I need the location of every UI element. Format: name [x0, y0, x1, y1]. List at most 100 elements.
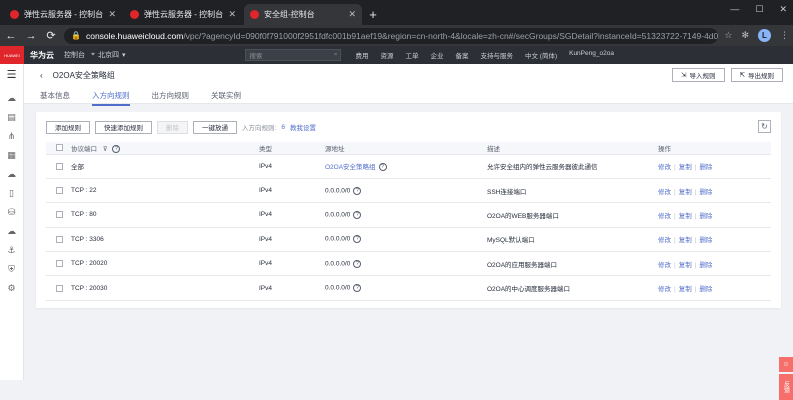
help-icon[interactable]: ? [353, 210, 362, 219]
search-input[interactable]: 搜索 ⌕ [245, 49, 342, 61]
huawei-logo[interactable]: HUAWEI [0, 46, 24, 64]
delete-link[interactable]: 删除 [699, 189, 712, 196]
help-icon[interactable]: ? [353, 259, 362, 268]
browser-tab-1[interactable]: 弹性云服务器 - 控制台 ✕ [4, 4, 122, 25]
delete-link[interactable]: 删除 [699, 213, 712, 220]
header-link-enterprise[interactable]: 企业 [430, 50, 443, 60]
rule-source[interactable]: O2OA安全策略组 [325, 164, 376, 171]
tab-associated-instances[interactable]: 关联实例 [211, 90, 241, 106]
tab-outbound-rules[interactable]: 出方向规则 [152, 90, 190, 106]
header-link-support[interactable]: 支持与服务 [480, 50, 513, 60]
export-rules-button[interactable]: ⇱ 导出规则 [730, 68, 783, 82]
delete-link[interactable]: 删除 [699, 262, 712, 269]
filter-icon[interactable]: ⊽ [103, 146, 108, 153]
cloud-alt-icon[interactable]: ☁ [7, 226, 16, 237]
document-icon[interactable]: ▯ [9, 188, 14, 199]
delete-link[interactable]: 删除 [699, 237, 712, 244]
server-icon[interactable]: ▤ [7, 112, 16, 123]
delete-link[interactable]: 删除 [699, 164, 712, 171]
reload-icon[interactable]: ⟳ [44, 29, 58, 42]
copy-link[interactable]: 复制 [679, 213, 692, 220]
modify-link[interactable]: 修改 [658, 189, 671, 196]
rule-description: MySQL默认端口 [487, 237, 535, 245]
modify-link[interactable]: 修改 [658, 213, 671, 220]
refresh-icon[interactable]: ↻ [758, 120, 771, 133]
copy-link[interactable]: 复制 [679, 262, 692, 269]
rules-panel: 添加规则 快速添加规则 删除 一键放通 入方向规则: 6 教我设置 ↻ 协议端口… [36, 112, 781, 308]
help-icon[interactable]: ? [353, 235, 362, 244]
close-tab-icon[interactable]: ✕ [108, 9, 116, 20]
header-link-billing[interactable]: 费用 [355, 50, 368, 60]
help-icon[interactable]: ? [353, 284, 362, 293]
close-tab-icon[interactable]: ✕ [348, 9, 356, 20]
close-tab-icon[interactable]: ✕ [228, 9, 236, 20]
storage-icon[interactable]: ▦ [7, 150, 16, 161]
settings-icon[interactable]: ⚙ [7, 283, 15, 294]
address-bar[interactable]: 🔒 console.huaweicloud.com /vpc/?agencyId… [64, 27, 719, 44]
region-selector[interactable]: ⌖ 北京四 ▾ [91, 50, 125, 60]
cloud-icon[interactable]: ☁ [7, 93, 16, 104]
modify-link[interactable]: 修改 [658, 164, 671, 171]
back-icon[interactable]: ← [4, 30, 18, 42]
back-arrow-icon[interactable]: ‹ [40, 71, 43, 80]
delete-link[interactable]: 删除 [699, 286, 712, 293]
help-icon[interactable]: ? [378, 163, 387, 172]
row-checkbox[interactable] [56, 235, 63, 243]
browser-menu-icon[interactable]: ⋮ [780, 30, 789, 41]
tab-inbound-rules[interactable]: 入方向规则 [92, 90, 130, 106]
delete-button[interactable]: 删除 [157, 120, 188, 134]
copy-link[interactable]: 复制 [679, 237, 692, 244]
bookmark-star-icon[interactable]: ☆ [724, 30, 732, 41]
hamburger-menu-icon[interactable]: ☰ [7, 68, 17, 81]
header-link-resources[interactable]: 资源 [380, 50, 393, 60]
extensions-icon[interactable]: ✻ [741, 30, 749, 41]
console-link[interactable]: 控制台 [64, 50, 85, 60]
allow-all-button[interactable]: 一键放通 [193, 120, 237, 134]
profile-avatar[interactable]: L [758, 29, 771, 42]
add-rule-button[interactable]: 添加规则 [46, 120, 90, 134]
cloud-service-icon[interactable]: ☁ [7, 169, 16, 180]
maximize-icon[interactable]: ☐ [755, 4, 763, 15]
network-icon[interactable]: ⋔ [8, 131, 16, 142]
copy-link[interactable]: 复制 [679, 164, 692, 171]
header-link-filing[interactable]: 备案 [455, 50, 468, 60]
header-link-tickets[interactable]: 工单 [405, 50, 418, 60]
row-checkbox[interactable] [56, 211, 63, 219]
browser-tab-3[interactable]: 安全组-控制台 ✕ [244, 4, 362, 25]
modify-link[interactable]: 修改 [658, 237, 671, 244]
modify-link[interactable]: 修改 [658, 286, 671, 293]
search-icon[interactable]: ⌕ [334, 51, 338, 59]
row-checkbox[interactable] [56, 186, 63, 194]
help-icon[interactable]: ? [353, 186, 362, 195]
copy-link[interactable]: 复制 [679, 189, 692, 196]
forward-icon[interactable]: → [24, 30, 38, 42]
modify-link[interactable]: 修改 [658, 262, 671, 269]
row-checkbox[interactable] [56, 260, 63, 268]
browser-tab-2[interactable]: 弹性云服务器 - 控制台 ✕ [124, 4, 242, 25]
import-rules-button[interactable]: ⇲ 导入规则 [672, 68, 725, 82]
tutorial-link[interactable]: 教我设置 [290, 122, 316, 132]
feedback-button[interactable]: 反馈 [779, 374, 793, 400]
tab-basic-info[interactable]: 基本信息 [40, 90, 70, 106]
browser-tab-strip: 弹性云服务器 - 控制台 ✕ 弹性云服务器 - 控制台 ✕ 安全组-控制台 ✕ … [0, 0, 793, 25]
database-icon[interactable]: ⛁ [8, 207, 16, 218]
minimize-icon[interactable]: — [730, 4, 739, 15]
rule-type: IPv4 [259, 187, 273, 195]
user-account[interactable]: KunPeng_o2oa [569, 50, 614, 60]
rule-description: 允许安全组内的弹性云服务器彼此通信 [487, 164, 598, 172]
help-icon[interactable]: ? [112, 144, 121, 153]
shield-icon[interactable]: ⛨ [8, 264, 15, 275]
page-header: ‹ O2OA安全策略组 ⇲ 导入规则 ⇱ 导出规则 基本信息 入方向规则 出方向规则… [24, 64, 793, 106]
quick-add-rule-button[interactable]: 快速添加规则 [95, 120, 152, 134]
select-all-checkbox[interactable] [56, 144, 63, 152]
brand-name[interactable]: 华为云 [30, 50, 54, 61]
feedback-smiley-button[interactable]: ☺ [779, 357, 793, 372]
language-selector[interactable]: 中文 (简体) [525, 50, 557, 60]
rule-description: O2OA的中心调度服务器端口 [487, 286, 571, 294]
anchor-icon[interactable]: ⚓ [7, 245, 15, 256]
new-tab-button[interactable]: + [364, 4, 382, 25]
close-window-icon[interactable]: ✕ [779, 4, 787, 15]
copy-link[interactable]: 复制 [679, 286, 692, 293]
row-checkbox[interactable] [56, 284, 63, 292]
row-checkbox[interactable] [56, 162, 63, 170]
